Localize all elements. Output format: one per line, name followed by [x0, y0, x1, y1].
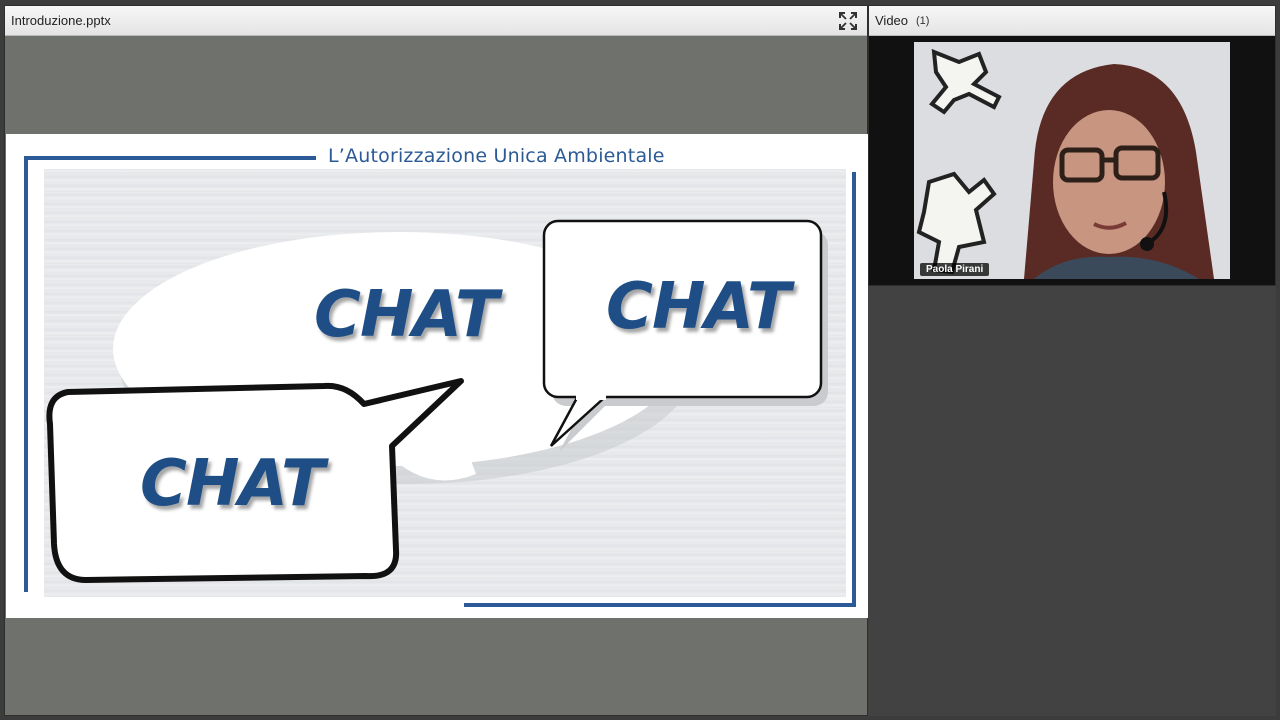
participant-name-tag: Paola Pirani — [920, 263, 990, 276]
chat-text-right: CHAT — [606, 270, 791, 344]
slide-title: L’Autorizzazione Unica Ambientale — [328, 145, 665, 167]
share-pod-title: Introduzione.pptx — [11, 13, 111, 28]
share-pod-header: Introduzione.pptx — [5, 6, 867, 36]
participant-count: (1) — [916, 14, 930, 27]
webcam-image — [914, 42, 1230, 279]
video-pod-header: Video (1) — [869, 6, 1275, 36]
chat-text-center: CHAT — [314, 278, 499, 352]
slide-graphics — [24, 156, 856, 607]
fullscreen-icon[interactable] — [839, 12, 857, 30]
chat-text-left: CHAT — [140, 447, 325, 521]
empty-layout-area — [868, 286, 1276, 716]
share-pod: Introduzione.pptx CHAT CHAT CHAT L’Autor… — [4, 5, 868, 716]
video-pod: Video (1) Paola Pirani — [868, 5, 1276, 286]
video-pod-title: Video — [875, 13, 909, 28]
webcam-feed: Paola Pirani — [914, 42, 1230, 279]
presentation-slide: CHAT CHAT CHAT L’Autorizzazione Unica Am… — [6, 134, 868, 618]
